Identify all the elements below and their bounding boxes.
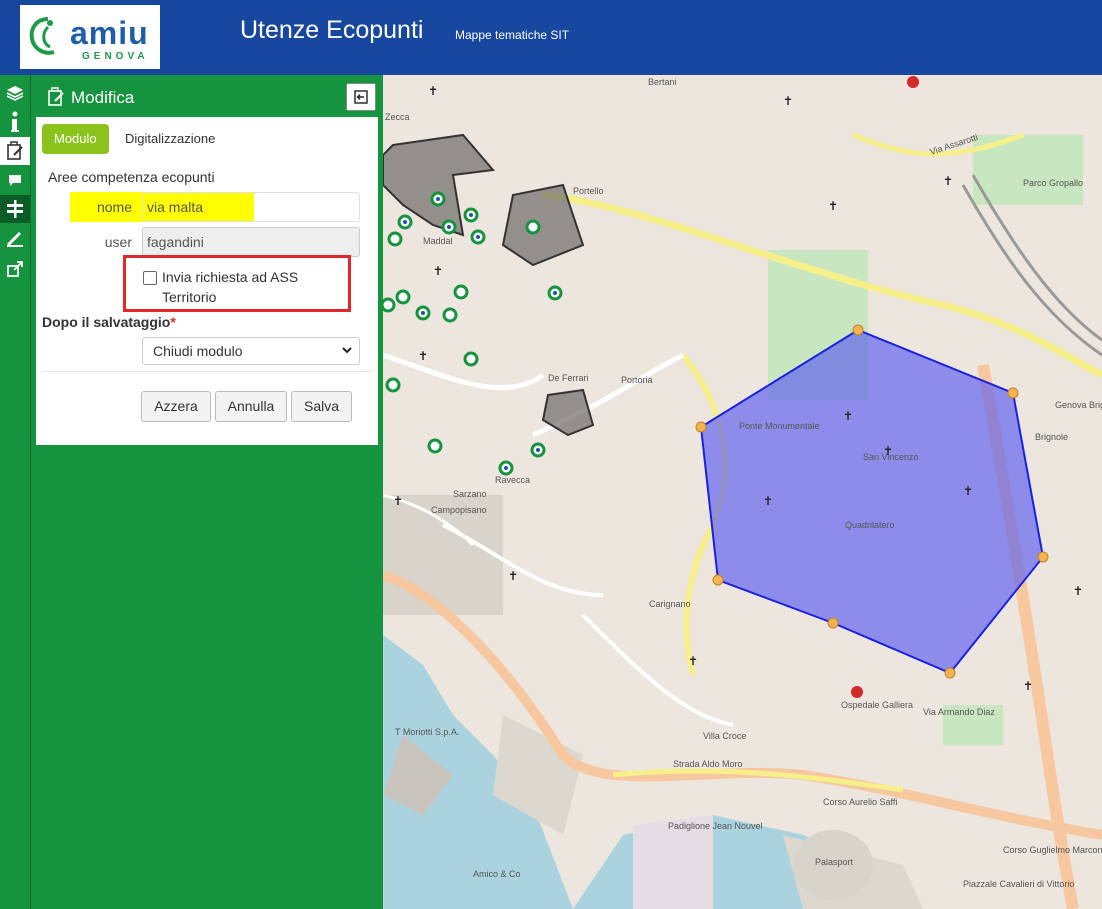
svg-text:✝: ✝ xyxy=(783,94,793,108)
ruler-icon[interactable] xyxy=(0,225,30,253)
logo-city: GENOVA xyxy=(82,51,149,62)
amiu-logo[interactable]: amiu GENOVA xyxy=(20,5,160,69)
map-label-ospedale: Ospedale Galliera xyxy=(841,700,913,710)
logo-brand: amiu xyxy=(70,15,149,51)
map-label-bertani: Bertani xyxy=(648,77,677,87)
invia-richiesta-label[interactable]: Invia richiesta ad ASS Territorio xyxy=(162,267,342,307)
edit-panel: Modifica Modulo Digitalizzazione Aree co… xyxy=(31,75,383,909)
map-label-strada-aldo-moro: Strada Aldo Moro xyxy=(673,759,743,769)
map-label-ponte-monumentale: Ponte Monumentale xyxy=(739,421,820,431)
map-label-portoria: Portoria xyxy=(621,375,653,385)
amiu-logo-icon xyxy=(29,17,55,55)
map-label-carignano: Carignano xyxy=(649,599,691,609)
user-field: fagandini xyxy=(142,227,360,257)
svg-text:✝: ✝ xyxy=(433,264,443,278)
map-label-corso-aurelio-saffi: Corso Aurelio Saffi xyxy=(823,797,897,807)
collapse-left-icon xyxy=(354,90,368,104)
map-label-quadrilatero: Quadrilatero xyxy=(845,520,895,530)
map-canvas[interactable]: ✝✝✝ ✝✝✝ ✝✝✝ ✝✝✝ ✝✝✝ San Vincenzo Quadril… xyxy=(383,75,1102,909)
svg-text:✝: ✝ xyxy=(428,84,438,98)
invia-richiesta-checkbox[interactable] xyxy=(143,271,157,285)
svg-text:✝: ✝ xyxy=(1073,584,1083,598)
left-toolbar xyxy=(0,75,31,909)
map-view[interactable]: ✝ ✝ ✝ ✝ ✝ ✝ ✝ ✝ ✝ ✝ ✝ ✝ ✝ ✝ ✝ San Vincenzo Quadril… xyxy=(383,75,1102,909)
map-label-palasport: Palasport xyxy=(815,857,854,867)
after-save-select[interactable]: Chiudi modulo xyxy=(142,337,360,365)
save-button[interactable]: Salva xyxy=(291,391,352,422)
app-title: Utenze Ecopunti xyxy=(240,16,424,44)
reset-button[interactable]: Azzera xyxy=(141,391,211,422)
edit-form-icon xyxy=(48,87,64,106)
map-label-ravecca: Ravecca xyxy=(495,475,530,485)
section-title: Aree competenza ecopunti xyxy=(48,169,215,185)
map-label-portello: Portello xyxy=(573,186,604,196)
nome-label: nome xyxy=(96,199,132,215)
after-save-selected: Chiudi modulo xyxy=(153,343,243,359)
map-label-piazzale: Piazzale Cavalieri di Vittorio xyxy=(963,879,1074,889)
svg-text:✝: ✝ xyxy=(1023,679,1033,693)
map-label-parco-gropallo: Parco Gropallo xyxy=(1023,178,1083,188)
collapse-panel-button[interactable] xyxy=(346,83,376,111)
form-divider xyxy=(42,371,372,372)
map-label-genova-brignole: Genova Brignole xyxy=(1055,400,1102,410)
nome-field[interactable]: via malta xyxy=(142,192,360,222)
app-subtitle: Mappe tematiche SIT xyxy=(455,28,570,42)
app-header: amiu GENOVA Utenze Ecopunti Mappe temati… xyxy=(0,0,1102,75)
tab-digitalizzazione[interactable]: Digitalizzazione xyxy=(113,124,227,154)
info-icon[interactable] xyxy=(0,108,30,136)
user-label: user xyxy=(104,234,132,250)
svg-text:✝: ✝ xyxy=(963,484,973,498)
signpost-icon[interactable] xyxy=(0,195,30,223)
tab-modulo[interactable]: Modulo xyxy=(42,124,109,154)
svg-text:✝: ✝ xyxy=(943,174,953,188)
panel-header: Modifica xyxy=(46,85,376,111)
map-label-zecca: Zecca xyxy=(385,112,410,122)
svg-text:✝: ✝ xyxy=(828,199,838,213)
comment-icon[interactable] xyxy=(0,166,30,194)
map-label-san-vincenzo: San Vincenzo xyxy=(863,452,918,462)
map-label-corso-marconi: Corso Guglielmo Marconi xyxy=(1003,845,1102,855)
svg-text:✝: ✝ xyxy=(688,654,698,668)
map-label-padiglione: Padiglione Jean Nouvel xyxy=(668,821,763,831)
after-save-label-text: Dopo il salvataggio xyxy=(42,314,171,330)
chevron-down-icon xyxy=(342,347,352,354)
required-mark: * xyxy=(170,314,176,330)
svg-text:✝: ✝ xyxy=(393,494,403,508)
svg-text:✝: ✝ xyxy=(763,494,773,508)
map-label-campopisano: Campopisano xyxy=(431,505,487,515)
map-label-sarzano: Sarzano xyxy=(453,489,487,499)
map-label-maddalena: Maddal xyxy=(423,236,453,246)
map-label-villa-croce: Villa Croce xyxy=(703,731,746,741)
svg-text:✝: ✝ xyxy=(508,569,518,583)
map-label-t-moriotti: T Moriotti S.p.A. xyxy=(395,727,459,737)
map-label-de-ferrari: De Ferrari xyxy=(548,373,589,383)
layers-icon[interactable] xyxy=(0,79,30,107)
share-icon[interactable] xyxy=(0,255,30,283)
cancel-button[interactable]: Annulla xyxy=(215,391,287,422)
edit-form: Modulo Digitalizzazione Aree competenza … xyxy=(36,117,378,445)
map-label-brignole: Brignole xyxy=(1035,432,1068,442)
svg-text:✝: ✝ xyxy=(418,349,428,363)
map-label-via-diaz: Via Armando Diaz xyxy=(923,707,995,717)
edit-form-icon[interactable] xyxy=(0,137,30,165)
panel-title: Modifica xyxy=(71,88,135,107)
after-save-label: Dopo il salvataggio* xyxy=(42,314,176,330)
svg-text:✝: ✝ xyxy=(843,409,853,423)
map-label-amico: Amico & Co xyxy=(473,869,521,879)
